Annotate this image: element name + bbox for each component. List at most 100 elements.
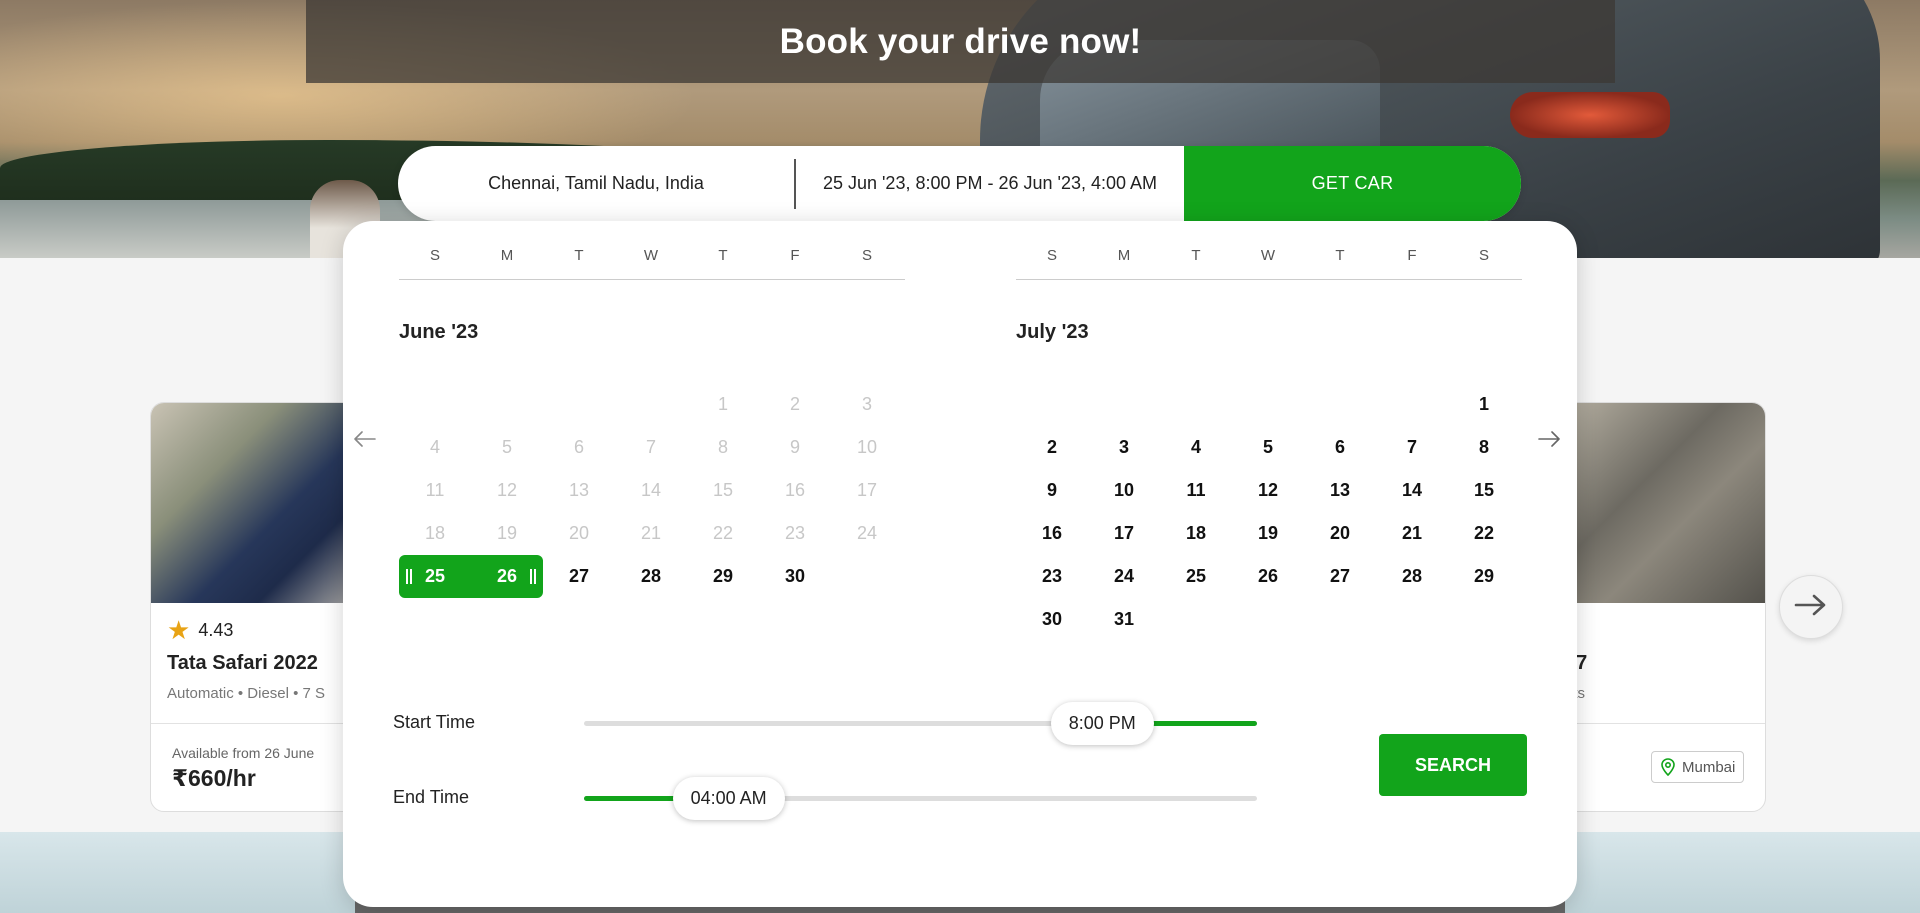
end-time-label: End Time (393, 787, 470, 807)
calendar-day[interactable]: 12 (1232, 469, 1304, 512)
weekday-label: W (643, 247, 659, 264)
hero-title-banner: Book your drive now! (306, 0, 1615, 83)
calendar-day[interactable]: 29 (1448, 555, 1520, 598)
location-pin-icon (1660, 758, 1676, 776)
car-photo (1561, 403, 1765, 603)
star-icon: ★ (167, 615, 191, 645)
end-time-slider[interactable]: 04:00 AM (584, 777, 1257, 820)
weekday-label: M (500, 247, 514, 264)
location-badge: Mumbai (1651, 751, 1745, 783)
calendar-day[interactable]: 14 (1376, 469, 1448, 512)
location-input[interactable]: Chennai, Tamil Nadu, India (398, 173, 794, 194)
weekday-header: SMTWTFS (399, 247, 905, 264)
location-text: Mumbai (1682, 758, 1736, 776)
car-price: ₹660/hr (172, 765, 256, 791)
get-car-button[interactable]: GET CAR (1184, 146, 1521, 221)
calendar-day: 14 (640, 480, 662, 500)
calendar-day[interactable]: 7 (1376, 426, 1448, 469)
calendar-day[interactable]: 30 (1016, 598, 1088, 641)
arrow-right-icon (1538, 431, 1560, 447)
calendar-day: 24 (856, 523, 878, 543)
car-rating: ★ 4.43 (167, 617, 233, 643)
calendar-day[interactable]: 26 (1232, 555, 1304, 598)
car-specs: Automatic • Diesel • 7 S (167, 685, 326, 702)
calendar-day[interactable]: 15 (1448, 469, 1520, 512)
calendar-day: 16 (784, 480, 806, 500)
weekday-label: T (1191, 247, 1201, 264)
calendar-day[interactable]: 5 (1232, 426, 1304, 469)
calendar-day[interactable]: 3 (1088, 426, 1160, 469)
hero-title: Book your drive now! (779, 21, 1142, 61)
calendar-day[interactable]: 13 (1304, 469, 1376, 512)
calendar-day[interactable]: 31 (1088, 598, 1160, 641)
week-row: 11 12 13 14 15 16 17 (399, 469, 905, 512)
end-time-handle[interactable]: 04:00 AM (672, 777, 785, 820)
calendar-day-selected-start[interactable]: 25 (399, 555, 471, 598)
calendar-day[interactable]: 28 (1376, 555, 1448, 598)
range-handle-icon[interactable] (530, 569, 536, 584)
calendar-day: 2 (789, 394, 800, 414)
calendar-day[interactable]: 9 (1016, 469, 1088, 512)
calendar-day[interactable]: 16 (1016, 512, 1088, 555)
calendar-day: 20 (568, 523, 590, 543)
calendar-day[interactable]: 19 (1232, 512, 1304, 555)
search-button[interactable]: SEARCH (1379, 734, 1527, 796)
date-time-picker-popup: SMTWTFS June '23 1 2 3 4 5 6 7 8 9 10 11 12 13 14 15 16… (343, 221, 1577, 907)
calendar-day[interactable]: 29 (687, 555, 759, 598)
availability-text: Available from 26 June (172, 745, 315, 761)
calendar-day[interactable]: 24 (1088, 555, 1160, 598)
weekday-label: T (1335, 247, 1345, 264)
car-name: Tata Safari 2022 (167, 652, 318, 674)
calendar-day: 4 (429, 437, 440, 457)
calendar-day[interactable]: 27 (543, 555, 615, 598)
calendar-day: 21 (640, 523, 662, 543)
week-row: 9 10 11 12 13 14 15 (1016, 469, 1522, 512)
calendar-day[interactable]: 11 (1160, 469, 1232, 512)
calendar-day[interactable]: 8 (1448, 426, 1520, 469)
weekday-label: W (1260, 247, 1276, 264)
weekday-label: F (1407, 247, 1417, 264)
day-grid: 1 2 3 4 5 6 7 8 9 10 11 12 13 14 15 16 17 18 19 20 21 22 23 24 2… (1016, 383, 1522, 641)
carousel-next-button[interactable] (1779, 575, 1843, 639)
weekday-label: T (718, 247, 728, 264)
calendar-day[interactable]: 17 (1088, 512, 1160, 555)
calendar-day[interactable]: 6 (1304, 426, 1376, 469)
month-title: July '23 (1016, 321, 1089, 343)
calendar-day: 8 (717, 437, 728, 457)
start-time-handle[interactable]: 8:00 PM (1050, 702, 1154, 745)
weekday-label: T (574, 247, 584, 264)
calendar-day[interactable]: 2 (1016, 426, 1088, 469)
weekday-label: M (1117, 247, 1131, 264)
calendar-day[interactable]: 23 (1016, 555, 1088, 598)
calendar-day[interactable]: 20 (1304, 512, 1376, 555)
calendar-day[interactable]: 25 (1160, 555, 1232, 598)
calendar-day: 19 (496, 523, 518, 543)
calendar-day[interactable]: 18 (1160, 512, 1232, 555)
date-range-input[interactable]: 25 Jun '23, 8:00 PM - 26 Jun '23, 4:00 A… (796, 173, 1184, 194)
start-time-slider[interactable]: 8:00 PM (584, 702, 1257, 745)
car-card[interactable]: 17 ats Mumbai (1560, 402, 1766, 812)
start-time-label: Start Time (393, 712, 476, 732)
calendar-day[interactable]: 27 (1304, 555, 1376, 598)
calendar-day: 6 (573, 437, 584, 457)
calendar-day[interactable]: 10 (1088, 469, 1160, 512)
rating-value: 4.43 (198, 619, 234, 640)
calendar-day[interactable]: 1 (1448, 383, 1520, 426)
arrow-left-icon (354, 431, 376, 447)
calendar-day-selected-end[interactable]: 26 (471, 555, 543, 598)
calendar-day[interactable]: 30 (759, 555, 831, 598)
calendar-day[interactable]: 21 (1376, 512, 1448, 555)
prev-month-button[interactable] (353, 425, 377, 451)
calendar-day: 1 (717, 394, 728, 414)
range-handle-icon[interactable] (406, 569, 412, 584)
calendar-day[interactable]: 22 (1448, 512, 1520, 555)
calendar-day[interactable]: 4 (1160, 426, 1232, 469)
calendar-day: 10 (856, 437, 878, 457)
calendar-day: 22 (712, 523, 734, 543)
next-month-button[interactable] (1537, 425, 1561, 451)
week-row: 1 2 3 (399, 383, 905, 426)
weekday-label: S (429, 247, 440, 264)
calendar-day: 23 (784, 523, 806, 543)
calendar-day[interactable]: 28 (615, 555, 687, 598)
calendar-day: 9 (789, 437, 800, 457)
